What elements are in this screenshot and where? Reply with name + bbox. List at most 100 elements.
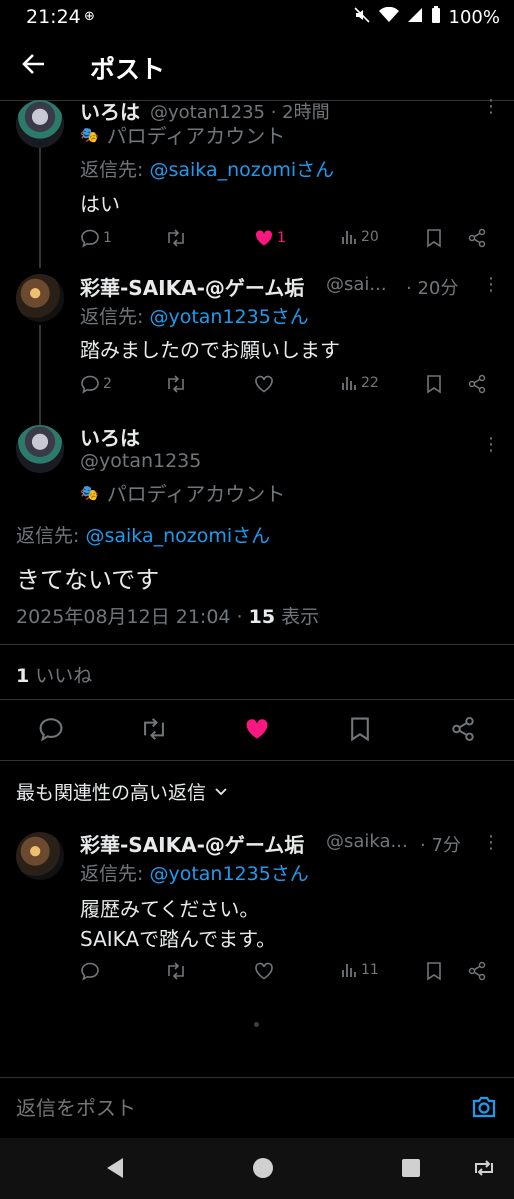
avatar[interactable] (16, 425, 64, 473)
reply-to-mention[interactable]: @saika_nozomiさん (149, 159, 334, 181)
post-time: · 20分 (406, 278, 459, 299)
post-meta: 2025年08月12日 21:04 · 15 表示 (16, 602, 319, 629)
views-button[interactable]: 22 (340, 374, 379, 392)
avatar[interactable] (16, 274, 64, 322)
repost-button[interactable] (140, 716, 168, 746)
author-name[interactable]: いろは (80, 422, 140, 451)
mask-icon: 🎭 (80, 125, 99, 144)
reply-button[interactable]: 1 (80, 228, 112, 248)
like-button[interactable] (254, 961, 274, 981)
reply-button[interactable] (38, 716, 64, 746)
views-count: 15 (248, 606, 276, 628)
nav-recents-icon[interactable] (402, 1159, 420, 1181)
parody-label: 🎭 パロディアカウント (80, 120, 285, 149)
reply-to-label: 返信先: (80, 159, 150, 181)
more-options-icon[interactable]: ⋮ (482, 832, 500, 853)
reply-to-line: 返信先: @saika_nozomiさん (80, 155, 334, 182)
reply-to-mention[interactable]: @yotan1235さん (149, 863, 308, 885)
bookmark-button[interactable] (425, 961, 443, 985)
parody-text: パロディアカウント (106, 124, 286, 148)
like-count: 1 (277, 230, 286, 246)
divider (0, 644, 514, 645)
bookmark-button[interactable] (425, 228, 443, 252)
share-icon (468, 228, 486, 248)
reply-composer (0, 1077, 514, 1138)
heart-outline-icon (255, 962, 273, 980)
share-button[interactable] (467, 374, 487, 398)
heart-filled-icon (255, 230, 273, 246)
share-icon (468, 374, 486, 394)
status-icons: 100% (353, 6, 500, 29)
likes-label: いいね (29, 665, 93, 687)
reply-button[interactable]: 2 (80, 374, 112, 394)
views-button[interactable]: 11 (340, 961, 379, 979)
thread-line (39, 145, 41, 268)
reply-to-label: 返信先: (80, 863, 150, 885)
battery-percent: 100% (448, 7, 500, 28)
author-name[interactable]: 彩華-SAIKA-@ゲーム垢 (80, 272, 304, 301)
parody-label: 🎭 パロディアカウント (80, 478, 285, 507)
repost-button[interactable] (165, 228, 187, 248)
more-options-icon[interactable]: ⋮ (482, 434, 500, 455)
reply-input[interactable] (14, 1090, 448, 1126)
more-options-icon[interactable]: ⋮ (482, 274, 500, 295)
share-button[interactable] (467, 961, 487, 985)
mute-icon (353, 6, 371, 29)
reply-icon (81, 962, 99, 981)
reply-count: 2 (103, 376, 112, 392)
signal-icon (407, 7, 423, 28)
views-count: 22 (361, 375, 379, 391)
reply-icon (81, 375, 99, 394)
sort-label: 最も関連性の高い返信 (16, 782, 207, 804)
views-button[interactable]: 20 (340, 228, 379, 246)
repost-button[interactable] (165, 374, 187, 394)
avatar[interactable] (16, 832, 64, 880)
reply-icon (81, 229, 99, 248)
share-button[interactable] (467, 228, 487, 252)
author-handle[interactable]: @sai... (326, 274, 387, 295)
like-button[interactable] (244, 716, 270, 746)
reply-icon (39, 718, 63, 742)
status-bar: 21:24 ⊕ 100% (0, 0, 514, 34)
divider (0, 760, 514, 761)
repost-button[interactable] (165, 961, 187, 981)
reply-to-mention[interactable]: @yotan1235さん (149, 306, 308, 328)
like-button[interactable]: 1 (254, 228, 286, 248)
reply-button[interactable] (80, 961, 100, 981)
reply-to-label: 返信先: (16, 525, 86, 547)
bookmark-button[interactable] (425, 374, 443, 398)
nav-back-icon[interactable] (104, 1156, 126, 1184)
likes-summary[interactable]: 1 いいね (16, 661, 92, 688)
analytics-icon (342, 964, 356, 977)
analytics-icon (342, 231, 356, 244)
nav-home-icon[interactable] (252, 1157, 274, 1183)
like-button[interactable] (254, 374, 274, 394)
avatar[interactable] (16, 100, 64, 148)
reply-to-mention[interactable]: @saika_nozomiさん (85, 525, 270, 547)
post-text: はい (80, 192, 120, 216)
sort-replies-dropdown[interactable]: 最も関連性の高い返信 (16, 778, 228, 805)
bookmark-button[interactable] (348, 716, 372, 746)
repost-icon (168, 229, 184, 247)
data-saver-icon: ⊕ (84, 9, 95, 24)
author-handle[interactable]: @yotan1235 (80, 450, 201, 472)
rotate-icon[interactable] (472, 1157, 496, 1183)
divider (0, 699, 514, 700)
share-button[interactable] (450, 716, 476, 746)
page-title: ポスト (90, 55, 166, 84)
back-arrow-icon[interactable] (20, 50, 52, 82)
views-count: 20 (361, 229, 379, 245)
author-handle[interactable]: @saika... (326, 831, 408, 852)
author-name[interactable]: 彩華-SAIKA-@ゲーム垢 (80, 829, 304, 858)
likes-count: 1 (16, 665, 30, 687)
status-time: 21:24 (26, 6, 81, 28)
bookmark-icon (351, 717, 369, 742)
reply-to-label: 返信先: (80, 306, 150, 328)
more-options-icon[interactable]: ⋮ (482, 96, 500, 117)
views-label: 表示 (275, 606, 320, 628)
loading-indicator (254, 1022, 259, 1027)
top-header: ポスト (0, 34, 514, 101)
camera-icon[interactable] (470, 1094, 498, 1124)
share-icon (452, 716, 474, 742)
battery-icon (431, 6, 441, 29)
